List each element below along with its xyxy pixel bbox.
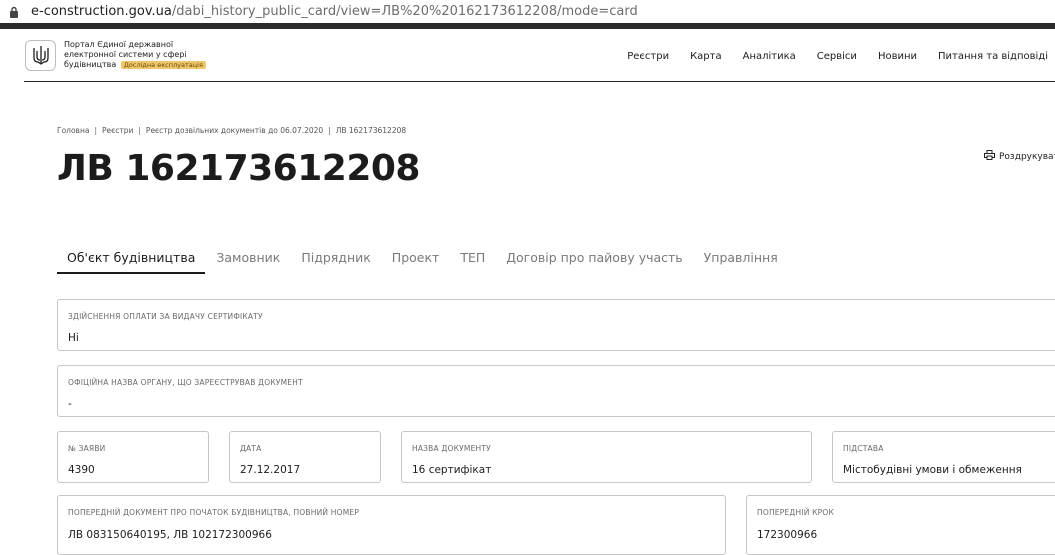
beta-badge: Дослідна експлуатація — [120, 61, 206, 69]
tab-share-agreement[interactable]: Договір про пайову участь — [495, 248, 692, 274]
tab-construction-object[interactable]: Об'єкт будівництва — [57, 248, 206, 274]
print-button[interactable]: Роздрукувати — [984, 150, 1055, 163]
lock-icon — [9, 6, 19, 18]
nav-item-map[interactable]: Карта — [690, 51, 722, 62]
breadcrumb-registers[interactable]: Реєстри — [102, 126, 133, 135]
field-value: 16 сертифікат — [412, 464, 492, 476]
field-application-no: № заяви 4390 — [57, 431, 209, 483]
tab-tep[interactable]: ТЕП — [449, 248, 495, 274]
field-prev-step: Попередній крок 172300966 — [746, 495, 1055, 555]
nav-item-faq[interactable]: Питання та відповіді — [938, 51, 1048, 62]
breadcrumb-home[interactable]: Головна — [57, 126, 89, 135]
url-domain: e-construction.gov.ua — [31, 4, 172, 19]
breadcrumb-current: ЛВ 162173612208 — [335, 126, 407, 135]
trident-logo-icon[interactable] — [25, 40, 56, 71]
field-label: № заяви — [68, 444, 106, 453]
nav-item-services[interactable]: Сервіси — [817, 51, 857, 62]
field-value: Містобудівні умови і обмеження — [843, 464, 1022, 476]
tab-project[interactable]: Проект — [381, 248, 450, 274]
tab-bar: Об'єкт будівництва Замовник Підрядник Пр… — [57, 248, 788, 275]
field-label: Попередній документ про початок будівниц… — [68, 508, 360, 517]
field-value: 172300966 — [757, 529, 818, 541]
url-path: /dabi_history_public_card/view=ЛВ%20%201… — [171, 4, 638, 19]
field-basis: Підстава Містобудівні умови і обмеження — [832, 431, 1055, 483]
nav-item-analytics[interactable]: Аналітика — [743, 51, 796, 62]
field-authority: Офіційна назва органу, що зареєстрував д… — [57, 365, 1055, 417]
field-label: Підстава — [843, 444, 884, 453]
field-doc-name: Назва документу 16 сертифікат — [401, 431, 812, 483]
main-nav: Реєстри Карта Аналітика Сервіси Новини П… — [627, 51, 1048, 62]
site-header: Портал Єдиної державної електронної сист… — [24, 29, 1055, 82]
breadcrumb: Головна | Реєстри | Реєстр дозвільних доку… — [57, 126, 407, 135]
field-label: Здійснення оплати за видачу сертифікату — [68, 312, 263, 321]
field-value: Ні — [68, 332, 79, 344]
printer-icon — [984, 150, 995, 163]
tab-management[interactable]: Управління — [693, 248, 788, 274]
field-value: - — [68, 398, 72, 410]
nav-item-news[interactable]: Новини — [878, 51, 917, 62]
field-date: Дата 27.12.2017 — [229, 431, 381, 483]
breadcrumb-registry[interactable]: Реєстр дозвільних документів до 06.07.20… — [146, 126, 323, 135]
field-value: 4390 — [68, 464, 95, 476]
print-label: Роздрукувати — [999, 151, 1055, 162]
field-label: Назва документу — [412, 444, 491, 453]
field-label: Попередній крок — [757, 508, 834, 517]
field-value: 27.12.2017 — [240, 464, 301, 476]
portal-name[interactable]: Портал Єдиної державної електронної сист… — [64, 40, 224, 70]
address-bar[interactable]: e-construction.gov.ua/dabi_history_publi… — [0, 0, 1055, 23]
field-payment: Здійснення оплати за видачу сертифікату … — [57, 299, 1055, 351]
page-title: ЛВ 162173612208 — [57, 148, 420, 189]
field-label: Офіційна назва органу, що зареєстрував д… — [68, 378, 303, 387]
field-label: Дата — [240, 444, 262, 453]
field-value: ЛВ 083150640195, ЛВ 102172300966 — [68, 529, 272, 541]
tab-customer[interactable]: Замовник — [205, 248, 290, 274]
nav-item-registers[interactable]: Реєстри — [627, 51, 669, 62]
field-prev-doc: Попередній документ про початок будівниц… — [57, 495, 726, 555]
tab-contractor[interactable]: Підрядник — [290, 248, 380, 274]
